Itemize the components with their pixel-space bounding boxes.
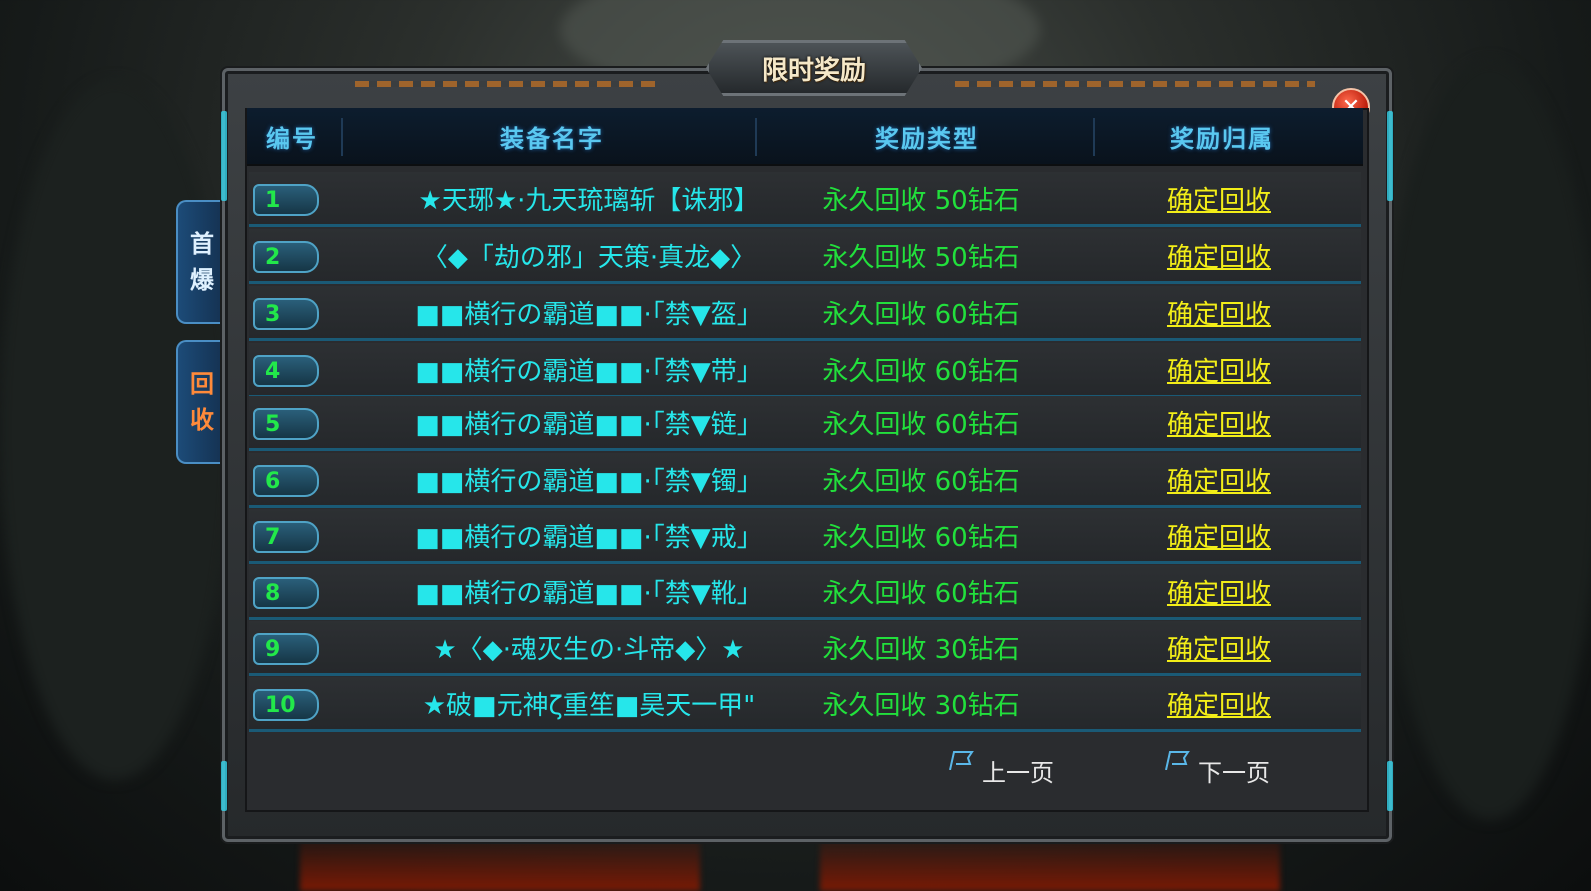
- confirm-recycle-link[interactable]: 确定回收: [1161, 509, 1277, 561]
- reward-type: 永久回收 50钻石: [822, 185, 1020, 216]
- next-page-label: 下一页: [1198, 758, 1270, 787]
- header-separator: [1093, 118, 1095, 156]
- row-number-badge: 4: [253, 355, 319, 387]
- confirm-recycle-link[interactable]: 确定回收: [1161, 229, 1277, 281]
- flag-icon: [1165, 751, 1190, 770]
- window-title-plate: 限时奖励: [706, 40, 922, 96]
- table-row: 3 ■■横行の霸道■■·「禁▼盔」 永久回收 60钻石 确定回收: [249, 286, 1361, 341]
- row-number-badge: 6: [253, 465, 319, 497]
- table-row: 6 ■■横行の霸道■■·「禁▼镯」 永久回收 60钻石 确定回收: [249, 453, 1361, 508]
- confirm-recycle-link[interactable]: 确定回收: [1161, 172, 1277, 224]
- frame-glow-right-bottom: [1387, 761, 1393, 811]
- table-row: 4 ■■横行の霸道■■·「禁▼带」 永久回收 60钻石 确定回收: [249, 343, 1361, 398]
- tab-first-drop[interactable]: 首 爆: [176, 200, 226, 324]
- row-number-badge: 10: [253, 689, 319, 721]
- confirm-recycle-link[interactable]: 确定回收: [1161, 286, 1277, 338]
- row-number-badge: 1: [253, 184, 319, 216]
- frame-decoration-right: [955, 81, 1315, 87]
- frame-glow-left: [221, 111, 227, 201]
- confirm-recycle-link[interactable]: 确定回收: [1161, 396, 1277, 448]
- row-number-badge: 8: [253, 577, 319, 609]
- frame-glow-right: [1387, 111, 1393, 201]
- confirm-recycle-link[interactable]: 确定回收: [1161, 677, 1277, 729]
- item-name: ■■横行の霸道■■·「禁▼带」: [415, 356, 763, 387]
- confirm-recycle-link[interactable]: 确定回收: [1161, 565, 1277, 617]
- reward-type: 永久回收 60钻石: [822, 409, 1020, 440]
- frame-decoration-left: [355, 81, 655, 87]
- item-name: 〈◆「劫の邪」天策·真龙◆〉: [421, 242, 757, 273]
- item-name: ■■横行の霸道■■·「禁▼盔」: [415, 299, 763, 330]
- prev-page-button[interactable]: 上一页: [948, 751, 1054, 788]
- table-row: 2 〈◆「劫の邪」天策·真龙◆〉 永久回收 50钻石 确定回收: [249, 229, 1361, 284]
- header-number: 编号: [266, 124, 318, 153]
- window-title: 限时奖励: [761, 55, 866, 86]
- flag-icon: [949, 751, 974, 770]
- table-row: 8 ■■横行の霸道■■·「禁▼靴」 永久回收 60钻石 确定回收: [249, 565, 1361, 620]
- item-name: ■■横行の霸道■■·「禁▼靴」: [415, 578, 763, 609]
- tab-recycle-char-1: 回: [190, 370, 214, 398]
- tab-recycle[interactable]: 回 收: [176, 340, 226, 464]
- header-reward-owner: 奖励归属: [1170, 124, 1274, 153]
- header-separator: [341, 118, 343, 156]
- frame-glow-left-bottom: [221, 761, 227, 811]
- tab-recycle-char-2: 收: [190, 406, 214, 434]
- confirm-recycle-link[interactable]: 确定回收: [1161, 343, 1277, 395]
- item-name: ■■横行の霸道■■·「禁▼链」: [415, 409, 763, 440]
- row-number-badge: 2: [253, 241, 319, 273]
- next-page-button[interactable]: 下一页: [1164, 751, 1270, 788]
- confirm-recycle-link[interactable]: 确定回收: [1161, 621, 1277, 673]
- reward-type: 永久回收 60钻石: [822, 356, 1020, 387]
- reward-type: 永久回收 30钻石: [822, 634, 1020, 665]
- reward-type: 永久回收 50钻石: [822, 242, 1020, 273]
- table-row: 7 ■■横行の霸道■■·「禁▼戒」 永久回收 60钻石 确定回收: [249, 509, 1361, 564]
- tab-first-drop-char-1: 首: [190, 230, 214, 258]
- reward-type: 永久回收 60钻石: [822, 578, 1020, 609]
- row-number-badge: 3: [253, 298, 319, 330]
- table-row: 10 ★破■元神ζ重笙■昊天一甲" 永久回收 30钻石 确定回收: [249, 677, 1361, 732]
- item-name: ★破■元神ζ重笙■昊天一甲": [422, 690, 756, 721]
- row-number-badge: 5: [253, 408, 319, 440]
- table-header: 编号 装备名字 奖励类型 奖励归属: [247, 108, 1363, 166]
- item-name: ★〈◆·魂灭生の·斗帝◆〉★: [433, 634, 745, 665]
- header-reward-type: 奖励类型: [875, 124, 979, 153]
- prev-page-label: 上一页: [982, 758, 1054, 787]
- reward-type: 永久回收 60钻石: [822, 522, 1020, 553]
- table-row: 5 ■■横行の霸道■■·「禁▼链」 永久回收 60钻石 确定回收: [249, 396, 1361, 451]
- header-item-name: 装备名字: [500, 124, 604, 153]
- item-name: ■■横行の霸道■■·「禁▼戒」: [415, 522, 763, 553]
- row-number-badge: 7: [253, 521, 319, 553]
- table-row: 1 ★天琊★·九天琉璃斩【诛邪】 永久回收 50钻石 确定回收: [249, 172, 1361, 227]
- reward-type: 永久回收 30钻石: [822, 690, 1020, 721]
- tab-first-drop-char-2: 爆: [190, 266, 214, 294]
- confirm-recycle-link[interactable]: 确定回收: [1161, 453, 1277, 505]
- table-row: 9 ★〈◆·魂灭生の·斗帝◆〉★ 永久回收 30钻石 确定回收: [249, 621, 1361, 676]
- reward-type: 永久回收 60钻石: [822, 299, 1020, 330]
- item-name: ★天琊★·九天琉璃斩【诛邪】: [418, 185, 760, 216]
- row-number-badge: 9: [253, 633, 319, 665]
- item-name: ■■横行の霸道■■·「禁▼镯」: [415, 466, 763, 497]
- reward-type: 永久回收 60钻石: [822, 466, 1020, 497]
